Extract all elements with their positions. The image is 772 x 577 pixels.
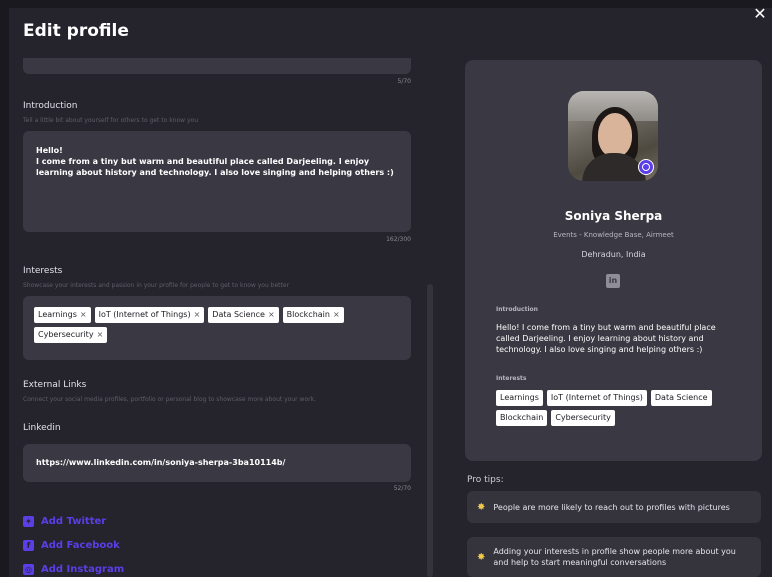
remove-chip-icon[interactable]: × bbox=[268, 310, 275, 320]
camera-icon[interactable] bbox=[638, 159, 654, 175]
preview-interest-chip: Data Science bbox=[650, 390, 712, 406]
add-twitter-label: Add Twitter bbox=[41, 516, 107, 527]
instagram-icon: ◎ bbox=[23, 564, 34, 575]
linkedin-icon[interactable]: in bbox=[606, 274, 620, 288]
interest-chip: Cybersecurity × bbox=[34, 327, 108, 343]
interest-chip-label: Data Science bbox=[212, 310, 265, 319]
external-links-help: Connect your social media profiles, port… bbox=[23, 396, 316, 403]
preview-intro-heading: Introduction bbox=[496, 306, 538, 313]
preview-interest-chip: Blockchain bbox=[496, 410, 548, 426]
form-scrollbar[interactable] bbox=[427, 284, 433, 577]
add-facebook-link[interactable]: f Add Facebook bbox=[23, 540, 120, 551]
preview-interest-chip: Learnings bbox=[496, 390, 543, 406]
introduction-textarea[interactable]: Hello! I come from a tiny but warm and b… bbox=[23, 131, 411, 232]
pro-tips-title: Pro tips: bbox=[467, 475, 504, 485]
pro-tip-text: Adding your interests in profile show pe… bbox=[493, 547, 736, 567]
profile-role: Events - Knowledge Base, Airmeet bbox=[553, 231, 674, 239]
linkedin-label: Linkedin bbox=[23, 423, 61, 433]
add-twitter-link[interactable]: ✦ Add Twitter bbox=[23, 516, 106, 527]
interest-chip-label: Learnings bbox=[38, 310, 77, 319]
interests-help: Showcase your interests and passion in y… bbox=[23, 282, 290, 289]
add-instagram-label: Add Instagram bbox=[41, 564, 125, 575]
star-icon: ✸ bbox=[477, 551, 486, 563]
profile-location: Dehradun, India bbox=[581, 250, 646, 259]
pro-tip-text: People are more likely to reach out to p… bbox=[493, 502, 730, 512]
preview-interest-chip: Cybersecurity bbox=[551, 410, 615, 426]
preview-interest-chips: Learnings IoT (Internet of Things) Data Sc… bbox=[496, 390, 716, 426]
introduction-char-counter: 162/300 bbox=[386, 236, 411, 243]
preview-intro-text: Hello! I come from a tiny but warm and b… bbox=[496, 323, 716, 354]
add-instagram-link[interactable]: ◎ Add Instagram bbox=[23, 564, 124, 575]
interest-chip: IoT (Internet of Things) × bbox=[94, 307, 205, 323]
introduction-help: Tell a little bit about yourself for oth… bbox=[23, 117, 198, 124]
introduction-label: Introduction bbox=[23, 101, 78, 111]
remove-chip-icon[interactable]: × bbox=[80, 310, 87, 320]
linkedin-input[interactable]: https://www.linkedin.com/in/soniya-sherp… bbox=[23, 444, 411, 482]
twitter-icon: ✦ bbox=[23, 516, 34, 527]
add-facebook-label: Add Facebook bbox=[41, 540, 120, 551]
close-icon[interactable]: ✕ bbox=[752, 8, 768, 22]
facebook-icon: f bbox=[23, 540, 34, 551]
interest-chip: Blockchain × bbox=[282, 307, 344, 323]
avatar-face bbox=[598, 113, 632, 157]
edit-profile-modal: Edit profile ✕ 5/70 Introduction Tell a … bbox=[9, 8, 772, 577]
remove-chip-icon[interactable]: × bbox=[333, 310, 340, 320]
avatar-body bbox=[582, 153, 646, 181]
avatar bbox=[568, 91, 658, 181]
profile-name: Soniya Sherpa bbox=[564, 209, 663, 223]
linkedin-char-counter: 52/70 bbox=[393, 485, 411, 492]
star-icon: ✸ bbox=[477, 501, 486, 513]
preview-interest-chip: IoT (Internet of Things) bbox=[546, 390, 647, 406]
pro-tip-item: ✸ People are more likely to reach out to… bbox=[467, 491, 761, 523]
interests-input[interactable]: Learnings × IoT (Internet of Things) × Data … bbox=[23, 296, 411, 360]
interest-chip-label: IoT (Internet of Things) bbox=[98, 310, 191, 319]
remove-chip-icon[interactable]: × bbox=[97, 330, 104, 340]
profile-form: 5/70 Introduction Tell a little bit abou… bbox=[23, 8, 411, 577]
profile-preview-card: Soniya Sherpa Events - Knowledge Base, A… bbox=[465, 60, 762, 461]
external-links-label: External Links bbox=[23, 380, 87, 390]
remove-chip-icon[interactable]: × bbox=[194, 310, 201, 320]
interests-label: Interests bbox=[23, 266, 63, 276]
interest-chip: Data Science × bbox=[208, 307, 279, 323]
interest-chip-label: Cybersecurity bbox=[38, 330, 94, 339]
pro-tip-item: ✸ Adding your interests in profile show … bbox=[467, 537, 761, 577]
interest-chip-label: Blockchain bbox=[286, 310, 330, 319]
top-char-counter: 5/70 bbox=[397, 78, 411, 85]
preview-interests-heading: Interests bbox=[496, 375, 527, 382]
interest-chip: Learnings × bbox=[34, 307, 91, 323]
name-input[interactable] bbox=[23, 58, 411, 74]
